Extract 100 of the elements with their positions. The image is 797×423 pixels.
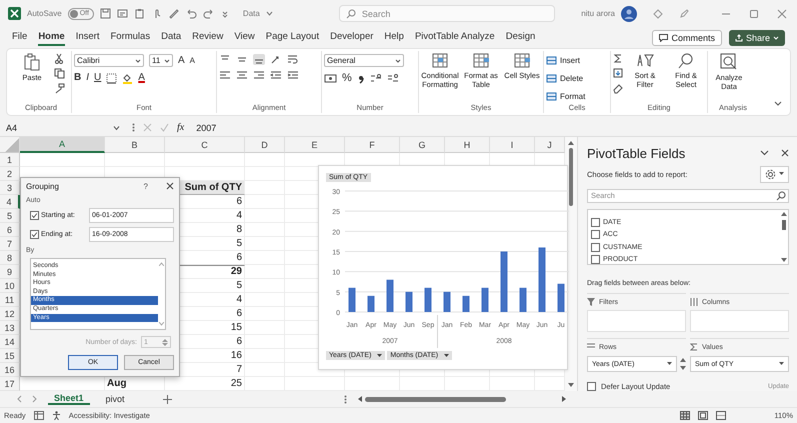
- checkbox[interactable]: [591, 255, 600, 264]
- menu-tab[interactable]: File: [12, 30, 28, 46]
- italic-button[interactable]: I: [86, 72, 90, 84]
- row-header[interactable]: 3: [0, 181, 20, 195]
- row-header[interactable]: 6: [0, 223, 20, 237]
- column-header[interactable]: D: [245, 137, 285, 153]
- column-header[interactable]: E: [285, 137, 345, 153]
- sheet-tab[interactable]: pivot: [100, 394, 131, 404]
- cells-button[interactable]: Delete: [546, 72, 584, 85]
- help-button[interactable]: ?: [144, 182, 148, 190]
- horizontal-align-icon[interactable]: [219, 70, 231, 81]
- menu-tab[interactable]: View: [234, 30, 255, 46]
- row-header[interactable]: 13: [0, 321, 20, 335]
- menu-tab[interactable]: Insert: [76, 30, 100, 46]
- name-box[interactable]: A4: [6, 122, 124, 132]
- cut-icon[interactable]: [54, 53, 64, 64]
- scroll-thumb[interactable]: [782, 220, 786, 230]
- scroll-thumb[interactable]: [569, 148, 573, 206]
- accounting-format-icon[interactable]: [324, 72, 337, 84]
- scroll-right-icon[interactable]: [562, 396, 567, 402]
- row-header[interactable]: 4: [0, 195, 20, 209]
- column-header[interactable]: I: [490, 137, 535, 153]
- column-header[interactable]: C: [165, 137, 245, 153]
- share-button[interactable]: Share: [728, 30, 785, 46]
- row-header[interactable]: 15: [0, 349, 20, 363]
- checkbox[interactable]: [591, 242, 600, 252]
- autosum-icon[interactable]: [613, 53, 623, 64]
- chevron-down-icon[interactable]: [760, 150, 769, 156]
- eraser-icon[interactable]: [613, 83, 623, 94]
- menu-tab[interactable]: Page Layout: [266, 30, 320, 46]
- fill-icon[interactable]: [613, 68, 623, 79]
- maximize-icon[interactable]: [749, 8, 759, 18]
- column-header[interactable]: H: [445, 137, 490, 153]
- more-options-icon[interactable]: [344, 394, 347, 404]
- accessibility-icon[interactable]: [52, 411, 61, 420]
- brush-icon[interactable]: [168, 8, 179, 19]
- add-sheet-icon[interactable]: [162, 394, 172, 404]
- number-format-dropdown[interactable]: General: [324, 54, 404, 67]
- increase-indent-icon[interactable]: [287, 70, 299, 81]
- column-header[interactable]: J: [535, 137, 565, 153]
- checkbox[interactable]: [591, 218, 600, 226]
- column-header[interactable]: B: [105, 137, 165, 153]
- row-header[interactable]: 14: [0, 335, 20, 349]
- font-size-dropdown[interactable]: 11: [149, 54, 173, 67]
- horizontal-align-icon[interactable]: [236, 70, 248, 81]
- menu-tab[interactable]: Help: [384, 30, 404, 46]
- formula-input[interactable]: 2007: [196, 122, 496, 132]
- close-icon[interactable]: [781, 149, 789, 158]
- close-icon[interactable]: [166, 182, 174, 190]
- decrease-font-button[interactable]: A: [190, 54, 196, 66]
- font-color-button[interactable]: A: [138, 72, 145, 84]
- column-header[interactable]: F: [345, 137, 400, 153]
- cells-button[interactable]: Format: [546, 90, 586, 103]
- row-header[interactable]: 2: [0, 167, 20, 181]
- file-name[interactable]: Data: [242, 9, 260, 18]
- normal-view-icon[interactable]: [680, 411, 690, 420]
- more-options-icon[interactable]: [132, 123, 135, 132]
- row-header[interactable]: 8: [0, 251, 20, 265]
- percent-button[interactable]: %: [342, 72, 352, 84]
- scroll-up-icon[interactable]: [568, 140, 574, 145]
- borders-icon[interactable]: [106, 72, 118, 84]
- row-header[interactable]: 11: [0, 293, 20, 307]
- diamond-icon[interactable]: [653, 8, 663, 18]
- column-header[interactable]: G: [400, 137, 445, 153]
- increase-decimal-icon[interactable]: [370, 72, 382, 84]
- next-sheet-icon[interactable]: [32, 395, 38, 403]
- check-icon[interactable]: [160, 123, 169, 132]
- row-header[interactable]: 16: [0, 363, 20, 377]
- row-header[interactable]: 17: [0, 377, 20, 391]
- menu-tab[interactable]: Home: [38, 30, 65, 46]
- format-painter-icon[interactable]: [54, 83, 65, 94]
- caret-icon[interactable]: [266, 10, 273, 17]
- menu-tab[interactable]: PivotTable Analyze: [414, 30, 495, 46]
- vertical-align-icon[interactable]: [253, 54, 265, 65]
- sheet-tab[interactable]: Sheet1: [48, 393, 90, 405]
- checkbox[interactable]: [30, 211, 39, 220]
- checkbox[interactable]: [587, 382, 596, 391]
- clipboard-icon[interactable]: [134, 8, 145, 19]
- previous-sheet-icon[interactable]: [16, 395, 22, 403]
- menu-tab[interactable]: Review: [192, 30, 224, 46]
- row-header[interactable]: 10: [0, 279, 20, 293]
- avatar-icon[interactable]: [621, 6, 637, 22]
- column-header[interactable]: A: [20, 137, 105, 153]
- save-icon[interactable]: [100, 8, 111, 19]
- row-header[interactable]: 1: [0, 153, 20, 167]
- bold-button[interactable]: B: [74, 72, 82, 84]
- scroll-thumb[interactable]: [365, 396, 506, 402]
- checkbox[interactable]: [591, 230, 600, 239]
- underline-button[interactable]: U: [94, 72, 102, 84]
- scroll-up-icon[interactable]: [781, 212, 787, 216]
- menu-tab[interactable]: Design: [506, 30, 536, 46]
- scroll-left-icon[interactable]: [357, 396, 362, 402]
- pen-icon[interactable]: [679, 8, 689, 18]
- cells-button[interactable]: Insert: [546, 54, 580, 67]
- horizontal-align-icon[interactable]: [253, 70, 265, 81]
- checkbox[interactable]: [30, 230, 39, 239]
- row-header[interactable]: 12: [0, 307, 20, 321]
- wrap-text-icon[interactable]: [287, 54, 299, 65]
- comments-button[interactable]: Comments: [652, 30, 722, 46]
- decrease-indent-icon[interactable]: [270, 70, 282, 81]
